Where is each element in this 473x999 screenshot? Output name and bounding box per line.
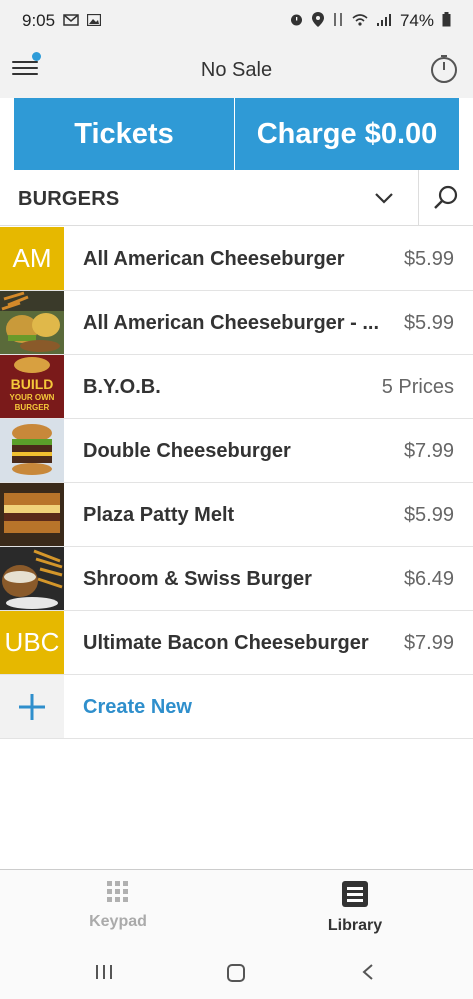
wifi-icon [352,13,368,30]
item-name: Double Cheeseburger [83,440,291,462]
alarm-icon [289,12,304,30]
list-item[interactable]: BUILD YOUR OWN BURGER B.Y.O.B. 5 Prices [0,355,473,419]
system-nav [0,949,473,999]
svg-text:BUILD: BUILD [11,376,54,392]
nav-keypad[interactable]: Keypad [58,880,178,931]
item-thumbnail [0,419,64,482]
item-name: All American Cheeseburger [83,248,345,270]
list-item[interactable]: UBC Ultimate Bacon Cheeseburger $7.99 [0,611,473,675]
category-bar: BURGERS [0,170,473,226]
item-name: Shroom & Swiss Burger [83,568,312,590]
plus-icon [0,675,64,738]
item-name: All American Cheeseburger - ... [83,312,380,334]
nav-library[interactable]: Library [295,880,415,935]
item-price: $6.49 [403,568,454,590]
list-item[interactable]: Plaza Patty Melt $5.99 [0,483,473,547]
status-left: 9:05 [22,11,102,31]
action-bar: Tickets Charge $0.00 [14,98,459,170]
recent-apps-icon[interactable] [94,963,114,986]
list-item[interactable]: Double Cheeseburger $7.99 [0,419,473,483]
charge-button[interactable]: Charge $0.00 [235,98,459,170]
status-right: 74% [289,11,451,31]
list-item[interactable]: All American Cheeseburger - ... $5.99 [0,291,473,355]
item-price: $5.99 [403,504,454,526]
data-icon [332,12,344,30]
list-item[interactable]: AM All American Cheeseburger $5.99 [0,227,473,291]
tickets-button[interactable]: Tickets [14,98,234,170]
item-price: $5.99 [403,312,454,334]
item-thumbnail [0,547,64,610]
svg-text:BURGER: BURGER [15,403,50,412]
divider [418,170,419,226]
page-title: No Sale [200,59,273,81]
home-icon[interactable] [226,963,246,988]
chevron-down-icon[interactable] [372,188,396,208]
location-icon [311,12,324,30]
item-thumbnail [0,291,64,354]
item-name: Plaza Patty Melt [83,504,235,526]
status-bar: 9:05 74% [0,0,473,42]
bottom-nav: Keypad Library [0,869,473,950]
library-icon [295,880,415,913]
item-abbr-tile: UBC [0,611,64,674]
item-price: $7.99 [403,440,454,462]
mail-icon [63,13,79,29]
signal-icon [376,13,392,30]
item-price: 5 Prices [381,376,454,398]
create-new-row[interactable]: Create New [0,675,473,739]
nav-library-label: Library [327,917,383,934]
item-price: $7.99 [403,632,454,654]
create-new-label: Create New [83,696,192,718]
category-label[interactable]: BURGERS [18,188,119,211]
list-item[interactable]: Shroom & Swiss Burger $6.49 [0,547,473,611]
item-price: $5.99 [403,248,454,270]
item-thumbnail: BUILD YOUR OWN BURGER [0,355,64,418]
keypad-icon [58,880,178,909]
image-icon [86,13,102,29]
top-bar: No Sale [0,42,473,98]
back-icon[interactable] [361,963,375,986]
battery-icon [442,12,451,30]
item-name: B.Y.O.B. [83,376,161,398]
item-thumbnail [0,483,64,546]
status-time: 9:05 [22,11,56,30]
item-abbr-tile: AM [0,227,64,290]
timer-icon[interactable] [429,54,459,84]
item-list: AM All American Cheeseburger $5.99 All A… [0,227,473,739]
item-name: Ultimate Bacon Cheeseburger [83,632,369,654]
svg-text:YOUR OWN: YOUR OWN [10,393,55,402]
search-icon[interactable] [432,184,460,212]
battery-percent: 74% [399,11,434,30]
nav-keypad-label: Keypad [89,913,147,930]
